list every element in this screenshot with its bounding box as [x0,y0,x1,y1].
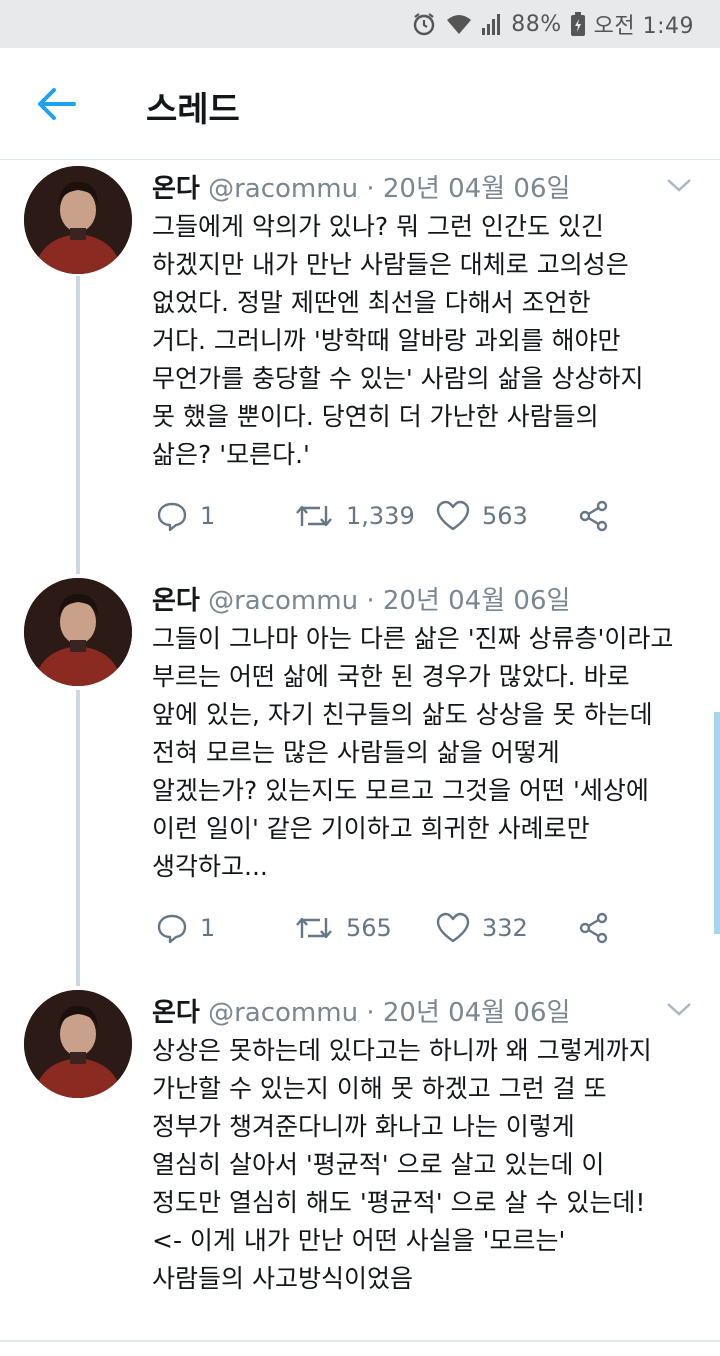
tweet-line: 하겠지만 내가 만난 사람들은 대체로 고의성은 [152,250,629,279]
tweet-line: 그들에게 악의가 있나? 뭐 그런 인간도 있긴 [152,212,604,241]
tweet-actions: 1 1,339 563 [152,496,632,536]
back-button[interactable] [34,82,78,126]
share-button[interactable] [578,908,610,948]
share-icon [579,500,608,532]
tweet-header: 온다 @racommu · 20년 04월 06일 [152,580,570,617]
heart-icon [436,912,470,943]
like-button[interactable]: 332 [436,908,528,948]
share-icon [579,912,608,944]
battery-icon [570,11,586,37]
tweet-date: · 20년 04월 06일 [358,174,571,204]
battery-percent: 88% [511,11,562,37]
heart-icon [436,500,470,531]
tweet-date: · 20년 04월 06일 [358,998,571,1028]
tweet-actions: 1 565 332 [152,908,632,948]
retweet-icon [296,917,332,939]
chevron-down-icon [667,1003,691,1016]
back-arrow-icon [38,88,76,120]
tweet-line: 상상은 못하는데 있다고는 하니까 왜 그렇게까지 [152,1036,652,1065]
reply-count: 1 [200,914,216,942]
author-name[interactable]: 온다 [152,998,200,1028]
retweet-count: 1,339 [346,502,415,530]
chevron-down-icon [667,179,691,192]
author-name[interactable]: 온다 [152,586,200,616]
tweet-line: <- 이게 내가 만난 어떤 사실을 '모르는' [152,1226,566,1255]
tweet-line: 못 했을 뿐이다. 당연히 더 가난한 사람들의 [152,402,599,431]
tweet-line: 그들이 그나마 아는 다른 삶은 '진짜 상류층'이라고 [152,624,674,653]
signal-icon [481,12,503,36]
scrollbar[interactable] [714,712,720,934]
tweet-menu-button[interactable] [664,170,694,200]
reply-count: 1 [200,502,216,530]
tweet-line: 가난할 수 있는지 이해 못 하겠고 그런 걸 또 [152,1074,607,1103]
tweet-header: 온다 @racommu · 20년 04월 06일 [152,168,570,205]
author-handle[interactable]: @racommu [208,998,358,1028]
author-handle[interactable]: @racommu [208,586,358,616]
tweet-line: 전혀 모르는 많은 사람들의 삶을 어떻게 [152,738,560,767]
page-title: 스레드 [146,90,240,130]
tweet-line: 열심히 살아서 '평균적' 으로 살고 있는데 이 [152,1150,605,1179]
alarm-icon [411,11,437,37]
tweet[interactable]: 온다 @racommu · 20년 04월 06일 그들에게 악의가 있나? 뭐… [0,166,720,566]
tweet-line: 삶은? '모른다.' [152,440,310,469]
tweet-text: 그들에게 악의가 있나? 뭐 그런 인간도 있긴 하겠지만 내가 만난 사람들은… [152,208,692,474]
tweet-line: 정도만 열심히 해도 '평균적' 으로 살 수 있는데! [152,1188,646,1217]
tweet[interactable]: 온다 @racommu · 20년 04월 06일 그들이 그나마 아는 다른 … [0,578,720,978]
tweet[interactable]: 온다 @racommu · 20년 04월 06일 상상은 못하는데 있다고는 … [0,990,720,1336]
reply-icon [157,502,187,532]
tweet-line: 이런 일이' 같은 기이하고 희귀한 사례로만 [152,814,590,843]
tweet-menu-button[interactable] [664,994,694,1024]
retweet-icon [296,505,332,527]
retweet-button[interactable]: 565 [294,908,392,948]
tweet-text: 상상은 못하는데 있다고는 하니까 왜 그렇게까지 가난할 수 있는지 이해 못… [152,1032,692,1298]
divider [0,1340,720,1342]
tweet-line: 앞에 있는, 자기 친구들의 삶도 상상을 못 하는데 [152,700,653,729]
status-bar: 88% 오전 1:49 [0,0,720,48]
tweet-text: 그들이 그나마 아는 다른 삶은 '진짜 상류층'이라고 부르는 어떤 삶에 국… [152,620,692,886]
author-handle[interactable]: @racommu [208,174,358,204]
author-name[interactable]: 온다 [152,174,200,204]
tweet-header: 온다 @racommu · 20년 04월 06일 [152,992,570,1029]
avatar[interactable] [24,990,132,1098]
tweet-line: 알겠는가? 있는지도 모르고 그것을 어떤 '세상에 [152,776,649,805]
like-count: 563 [482,502,528,530]
reply-button[interactable]: 1 [156,908,215,948]
app-header: 스레드 [0,48,720,160]
share-button[interactable] [578,496,610,536]
tweet-date: · 20년 04월 06일 [358,586,571,616]
tweet-line: 거다. 그러니까 '방학때 알바랑 과외를 해야만 [152,326,621,355]
tweet-line: 생각하고... [152,852,268,881]
tweet-line: 없었다. 정말 제딴엔 최선을 다해서 조언한 [152,288,591,317]
avatar[interactable] [24,578,132,686]
tweet-line: 부르는 어떤 삶에 국한 된 경우가 많았다. 바로 [152,662,630,691]
wifi-icon [445,12,473,36]
tweet-line: 사람들의 사고방식이었음 [152,1264,413,1293]
like-button[interactable]: 563 [436,496,528,536]
retweet-button[interactable]: 1,339 [294,496,415,536]
tweet-line: 정부가 챙겨준다니까 화나고 나는 이렇게 [152,1112,575,1141]
reply-button[interactable]: 1 [156,496,215,536]
like-count: 332 [482,914,528,942]
tweet-line: 무언가를 충당할 수 있는' 사람의 삶을 상상하지 [152,364,644,393]
retweet-count: 565 [346,914,392,942]
clock: 오전 1:49 [593,14,694,39]
avatar[interactable] [24,166,132,274]
reply-icon [157,914,187,944]
